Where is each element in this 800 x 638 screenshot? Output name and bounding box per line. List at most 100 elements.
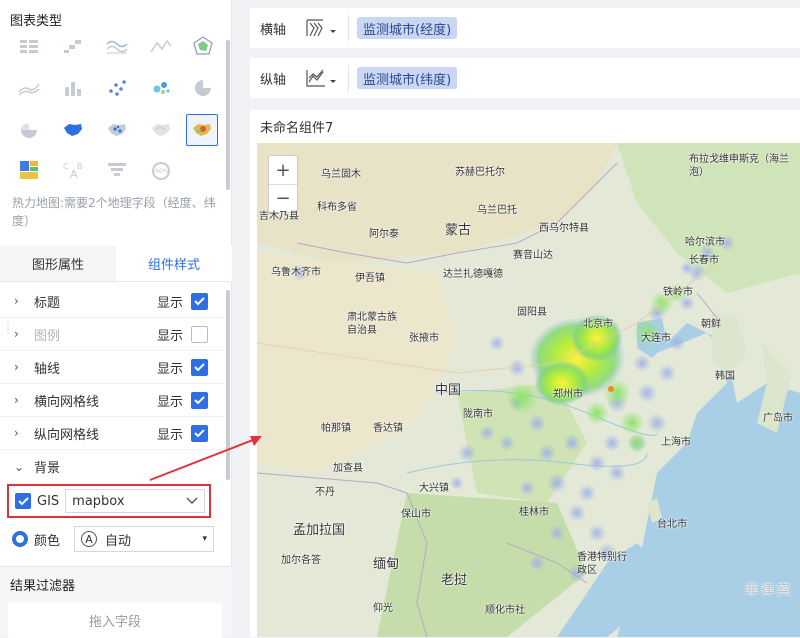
axis-separator (348, 15, 349, 41)
auto-a-icon: A (81, 531, 98, 547)
gis-label: GIS (37, 493, 60, 509)
prop-h-grid-show: 显示 (156, 394, 183, 410)
prop-title-label: 标题 (34, 295, 61, 311)
word-cloud-icon[interactable]: CAB (58, 156, 88, 184)
map-label: 中国 (435, 383, 462, 398)
x-axis-label: 横轴 (260, 22, 287, 38)
region-map-icon[interactable] (58, 116, 88, 144)
tab-graphic-properties[interactable]: 图形属性 (0, 246, 116, 281)
prop-axis-row[interactable]: › 轴线 显示 (0, 351, 224, 384)
map-label: 铁岭市 (663, 287, 693, 298)
chart-type-scrollbar[interactable] (226, 40, 230, 190)
props-scrollbar[interactable] (226, 290, 230, 480)
y-axis-bar: 纵轴 监测城市(纬度) (250, 58, 800, 98)
funnel-icon[interactable] (102, 156, 132, 184)
component-canvas: 未命名组件7 + − 乌兰固木 苏赫巴托尔 布拉戈维申斯克（海兰泡） 吉木乃县 … (250, 110, 800, 637)
prop-v-grid-row[interactable]: › 纵向网格线 显示 (0, 417, 224, 450)
chevron-down-icon (186, 494, 198, 509)
map-label: 广岛市 (763, 413, 793, 424)
map-label: 肃北蒙古族自治县 (347, 312, 397, 336)
y-axis-field-pill[interactable]: 监测城市(纬度) (357, 67, 458, 89)
gis-checkbox[interactable] (15, 493, 31, 509)
map-label: 缅甸 (373, 557, 400, 572)
prop-v-grid-show: 显示 (156, 427, 183, 443)
map-label: 西乌尔特县 (539, 223, 589, 234)
map-label: 吉木乃县 (259, 211, 299, 222)
gis-select-value: mapbox (72, 493, 125, 509)
map-label: 北京市 (583, 319, 613, 330)
prop-legend-show: 显示 (156, 328, 183, 344)
prop-h-grid-checkbox[interactable] (191, 391, 208, 409)
component-title: 未命名组件7 (260, 121, 334, 136)
map-label: 菲律宾 (745, 583, 794, 598)
chevron-right-icon: › (14, 327, 19, 341)
map-label: 大连市 (641, 333, 671, 344)
tab-component-style[interactable]: 组件样式 (116, 246, 232, 281)
bubble-icon[interactable] (146, 74, 176, 102)
color-select-value: 自动 (105, 533, 132, 549)
prop-axis-label: 轴线 (34, 361, 61, 377)
rose-icon[interactable] (14, 116, 44, 144)
map-label: 科布多省 (317, 202, 357, 213)
svg-text:C: C (63, 162, 69, 171)
map-label: 韩国 (715, 371, 735, 382)
axis-separator (348, 65, 349, 91)
prop-axis-checkbox[interactable] (191, 358, 208, 376)
left-panel: 图表类型 C A B 60% 热力地图:需要2个地理字段（经度、纬度） 图形属性… (0, 0, 232, 638)
map-label: 香港特别行政区 (577, 552, 627, 576)
flow-map-icon[interactable] (146, 116, 176, 144)
stacked-bar-icon[interactable] (58, 74, 88, 102)
prop-legend-label: 图例 (34, 328, 61, 344)
pie-icon[interactable] (188, 74, 218, 102)
cross-table-icon[interactable] (58, 32, 88, 60)
chevron-right-icon: › (14, 294, 19, 308)
map-label: 苏赫巴托尔 (455, 167, 505, 178)
chart-type-title: 图表类型 (10, 14, 63, 29)
map-label: 保山市 (401, 509, 431, 520)
y-axis-type-dropdown[interactable] (304, 67, 342, 89)
prop-v-grid-checkbox[interactable] (191, 424, 208, 442)
point-map-icon[interactable] (102, 116, 132, 144)
map-label: 老挝 (441, 573, 468, 588)
prop-title-checkbox[interactable] (191, 292, 208, 310)
map-label: 蒙古 (445, 223, 472, 238)
color-select[interactable]: A 自动 ▾ (74, 526, 215, 552)
prop-legend-checkbox[interactable] (191, 325, 208, 343)
radar-icon[interactable] (188, 32, 218, 60)
line-icon[interactable] (146, 32, 176, 60)
area-icon[interactable] (14, 74, 44, 102)
x-axis-bar: 横轴 监测城市(经度) (250, 8, 800, 48)
zoom-in-button[interactable]: + (269, 156, 297, 184)
grouped-table-icon[interactable] (14, 32, 44, 60)
scatter-icon[interactable] (102, 74, 132, 102)
map-label: 张掖市 (409, 333, 439, 344)
filter-drop-zone[interactable]: 拖入字段 (8, 603, 222, 638)
map-label: 乌兰巴托 (477, 205, 517, 216)
axis-type-icon (306, 69, 336, 87)
svg-text:60%: 60% (155, 168, 169, 175)
map-label: 帕那镇 (321, 423, 351, 434)
prop-title-row[interactable]: › 标题 显示 (0, 285, 224, 318)
x-axis-type-dropdown[interactable] (304, 17, 342, 39)
map-label: 顺化市社 (485, 605, 525, 616)
gauge-icon[interactable]: 60% (146, 156, 176, 184)
property-tabs: 图形属性 组件样式 (0, 246, 232, 282)
map-label: 桂林市 (519, 507, 549, 518)
prop-h-grid-row[interactable]: › 横向网格线 显示 (0, 384, 224, 417)
zoom-control: + − (268, 155, 298, 213)
x-axis-field-pill[interactable]: 监测城市(经度) (357, 17, 458, 39)
heat-map-icon[interactable] (186, 114, 218, 146)
map-label: 大兴镇 (419, 483, 449, 494)
treemap-icon[interactable] (14, 156, 44, 184)
prop-legend-row[interactable]: › 图例 显示 (0, 318, 224, 351)
color-radio[interactable] (12, 531, 28, 547)
result-filter-section: 结果过滤器 拖入字段 (0, 566, 232, 638)
prop-background-row[interactable]: ⌄ 背景 (0, 450, 224, 483)
gis-select[interactable]: mapbox (65, 489, 206, 513)
multi-line-icon[interactable] (102, 32, 132, 60)
chart-type-hint: 热力地图:需要2个地理字段（经度、纬度） (12, 196, 216, 228)
svg-text:B: B (77, 162, 83, 171)
heat-map[interactable]: + − 乌兰固木 苏赫巴托尔 布拉戈维申斯克（海兰泡） 吉木乃县 科布多省 乌兰… (257, 143, 800, 637)
prop-h-grid-label: 横向网格线 (34, 394, 100, 410)
map-label: 仰光 (373, 603, 393, 614)
